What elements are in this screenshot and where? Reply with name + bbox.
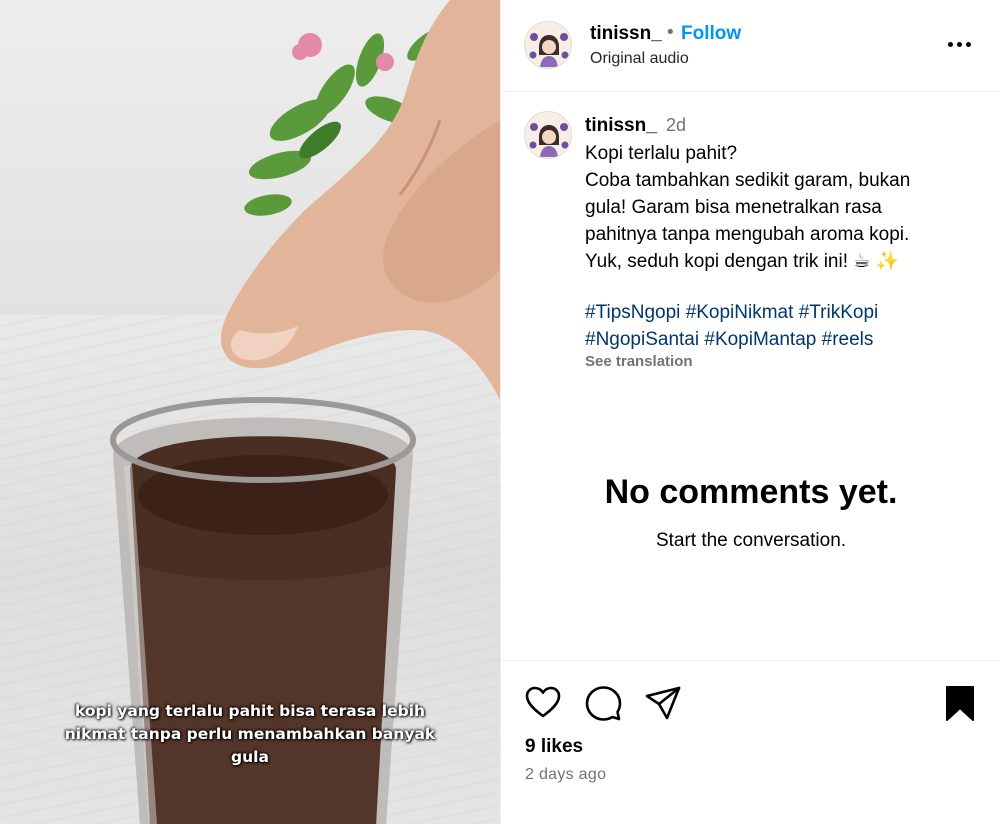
comment-icon[interactable] xyxy=(583,683,623,723)
hashtag-link[interactable]: #NgopiSantai xyxy=(585,329,699,350)
more-options-icon[interactable] xyxy=(947,32,973,56)
hashtag-link[interactable]: #KopiNikmat xyxy=(686,302,794,323)
post-header: tinissn_ • Follow Original audio xyxy=(501,0,1000,92)
see-translation-button[interactable]: See translation xyxy=(585,353,693,370)
video-caption-line: nikmat tanpa perlu menambahkan banyak xyxy=(64,725,436,743)
video-caption: kopi yang terlalu pahit bisa terasa lebi… xyxy=(30,700,470,769)
post-side-panel: tinissn_ • Follow Original audio tinissn… xyxy=(500,0,1000,824)
caption-text: Kopi terlalu pahit? Coba tambahkan sedik… xyxy=(585,140,965,275)
hashtag-link[interactable]: #TipsNgopi xyxy=(585,302,680,323)
hashtag-link[interactable]: #KopiMantap xyxy=(704,329,816,350)
caption-username[interactable]: tinissn_ xyxy=(585,115,657,137)
comments-section[interactable]: tinissn_ 2d Kopi terlalu pahit? Coba tam… xyxy=(501,93,1000,659)
send-icon[interactable] xyxy=(643,683,683,723)
action-bar: 9 likes 2 days ago xyxy=(501,660,1000,824)
post-timestamp[interactable]: 2 days ago xyxy=(525,766,606,784)
avatar-illustration xyxy=(525,22,571,68)
audio-link[interactable]: Original audio xyxy=(590,50,689,68)
more-dot xyxy=(948,42,953,47)
more-dot xyxy=(957,42,962,47)
caption-line: Coba tambahkan sedikit garam, bukan xyxy=(585,170,911,191)
header-username[interactable]: tinissn_ xyxy=(590,23,662,45)
caption-line: Kopi terlalu pahit? xyxy=(585,143,738,164)
caption-line: pahitnya tanpa mengubah aroma kopi. xyxy=(585,224,910,245)
hand-image xyxy=(220,0,500,400)
empty-comments-subtitle: Start the conversation. xyxy=(655,530,847,551)
video-caption-line: kopi yang terlalu pahit bisa terasa lebi… xyxy=(74,702,426,720)
bookmark-icon[interactable] xyxy=(940,683,980,723)
caption-avatar[interactable] xyxy=(524,111,572,159)
empty-comments-title: No comments yet. xyxy=(604,473,898,511)
hashtag-link[interactable]: #TrikKopi xyxy=(799,302,879,323)
more-dot xyxy=(966,42,971,47)
heart-icon[interactable] xyxy=(523,683,563,723)
avatar[interactable] xyxy=(524,21,572,69)
caption-line: Yuk, seduh kopi dengan trik ini! ☕ ✨ xyxy=(585,251,900,272)
follow-button[interactable]: Follow xyxy=(681,23,741,45)
video-player[interactable]: kopi yang terlalu pahit bisa terasa lebi… xyxy=(0,0,500,824)
avatar-illustration xyxy=(525,112,571,158)
caption-timestamp[interactable]: 2d xyxy=(666,115,686,136)
video-caption-line: gula xyxy=(231,748,269,766)
hashtags: #TipsNgopi #KopiNikmat #TrikKopi #NgopiS… xyxy=(585,299,975,353)
post-viewer: kopi yang terlalu pahit bisa terasa lebi… xyxy=(0,0,1000,824)
separator-dot: • xyxy=(667,22,674,43)
caption-line: gula! Garam bisa menetralkan rasa xyxy=(585,197,882,218)
likes-count[interactable]: 9 likes xyxy=(525,736,583,758)
hashtag-link[interactable]: #reels xyxy=(822,329,874,350)
